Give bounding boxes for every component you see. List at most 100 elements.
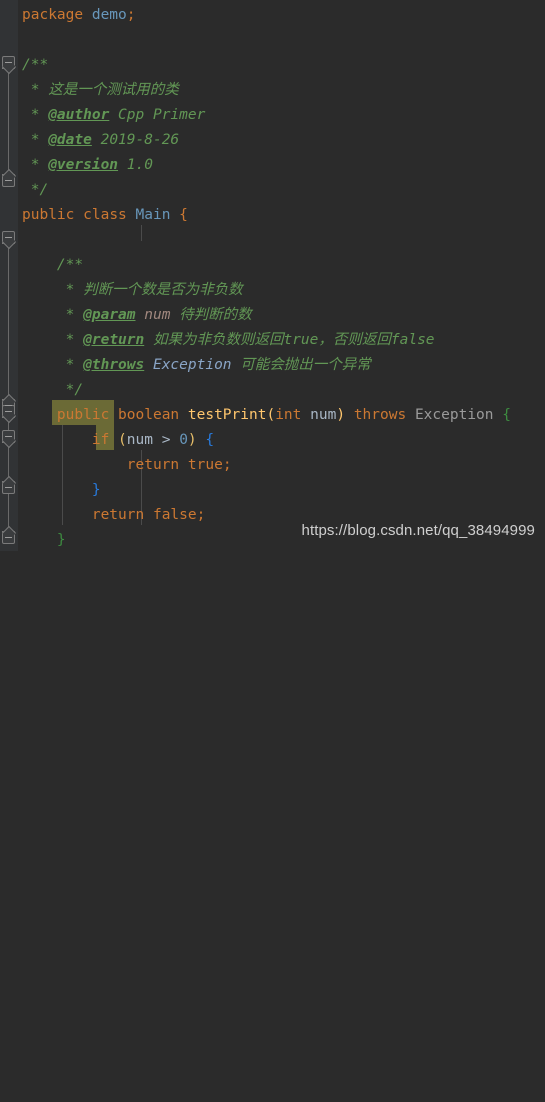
token-semicolon: ; (222, 457, 232, 473)
token-keyword-boolean: boolean (118, 407, 180, 423)
code-line-18[interactable]: if (num > 0) { (18, 428, 545, 453)
token-paren-close: ) (336, 407, 346, 423)
token-javadoc-star: * (65, 307, 75, 323)
token-keyword-throws: throws (353, 407, 407, 423)
token-javadoc-star: * (65, 282, 75, 298)
token-brace-close: } (56, 532, 66, 548)
token-param-description: 待判断的数 (179, 307, 252, 323)
token-class-name: Main (135, 207, 171, 223)
token-keyword-package: package (22, 7, 84, 23)
code-line-20[interactable]: } (18, 478, 545, 503)
token-tag-param: @param (83, 307, 136, 323)
code-line-5[interactable]: * @author Cpp Primer (18, 103, 545, 128)
code-line-6[interactable]: * @date 2019-8-26 (18, 128, 545, 153)
fold-minus-icon (5, 62, 12, 63)
token-javadoc-open: /** (56, 257, 84, 273)
code-line-19[interactable]: return true; (18, 453, 545, 478)
token-package-name: demo (91, 7, 127, 23)
code-line-9[interactable]: public class Main { (18, 203, 545, 228)
token-literal-false: false (152, 507, 197, 523)
token-method-name: testPrint (187, 407, 267, 423)
token-keyword-class: class (83, 207, 127, 223)
token-date-value: 2019-8-26 (100, 132, 180, 148)
code-line-2[interactable] (18, 28, 545, 53)
fold-minus-icon (5, 405, 12, 406)
token-javadoc-star: * (65, 332, 75, 348)
fold-rail-method-javadoc (8, 237, 9, 405)
token-javadoc-close: */ (30, 182, 49, 198)
token-brace-open: { (205, 432, 215, 448)
token-class-description: 这是一个测试用的类 (48, 82, 179, 98)
token-brace-open: { (179, 207, 188, 223)
code-editor[interactable]: package demo; /** * 这是一个测试用的类 * @author … (0, 0, 545, 551)
fold-marker-method-javadoc-start[interactable] (1, 231, 17, 250)
fold-rail-class-javadoc (8, 62, 9, 180)
token-author-value: Cpp Primer (118, 107, 206, 123)
token-javadoc-star: * (30, 107, 40, 123)
token-return-description: 如果为非负数则返回true，否则返回false (152, 332, 435, 348)
fold-marker-class-javadoc-start[interactable] (1, 56, 17, 75)
token-paren-open: ( (118, 432, 127, 448)
fold-minus-icon (5, 436, 12, 437)
token-operator-gt: > (161, 432, 171, 448)
code-line-15[interactable]: * @throws Exception 可能会抛出一个异常 (18, 353, 545, 378)
token-tag-author: @author (48, 107, 110, 123)
token-keyword-int: int (275, 407, 302, 423)
code-line-14[interactable]: * @return 如果为非负数则返回true，否则返回false (18, 328, 545, 353)
token-semicolon: ; (196, 507, 206, 523)
token-paren-open: ( (266, 407, 276, 423)
token-javadoc-star: * (30, 132, 40, 148)
token-throws-description: 可能会抛出一个异常 (240, 357, 371, 373)
token-throws-type: Exception (152, 357, 232, 373)
fold-marker-class-javadoc-end[interactable] (1, 168, 17, 187)
token-tag-date: @date (48, 132, 92, 148)
token-exception-type: Exception (414, 407, 494, 423)
token-literal-true: true (187, 457, 223, 473)
token-javadoc-star: * (30, 157, 40, 173)
code-line-4[interactable]: * 这是一个测试用的类 (18, 78, 545, 103)
code-line-3[interactable]: /** (18, 53, 545, 78)
token-tag-return: @return (83, 332, 145, 348)
code-line-1[interactable]: package demo; (18, 3, 545, 28)
code-line-17[interactable]: public boolean testPrint(int num) throws… (18, 403, 545, 428)
code-line-10[interactable] (18, 228, 545, 253)
token-keyword-public: public (56, 407, 110, 423)
code-line-13[interactable]: * @param num 待判断的数 (18, 303, 545, 328)
token-javadoc-star: * (30, 82, 40, 98)
token-keyword-if: if (91, 432, 110, 448)
token-param-name: num (144, 307, 171, 323)
fold-minus-icon (5, 537, 12, 538)
fold-marker-if-block-start[interactable] (1, 430, 17, 449)
token-version-value: 1.0 (126, 157, 153, 173)
fold-minus-icon (5, 411, 12, 412)
code-line-11[interactable]: /** (18, 253, 545, 278)
token-keyword-public: public (22, 207, 75, 223)
token-brace-close: } (91, 482, 101, 498)
code-line-8[interactable]: */ (18, 178, 545, 203)
fold-minus-icon (5, 237, 12, 238)
token-tag-throws: @throws (83, 357, 145, 373)
token-keyword-return: return (91, 507, 145, 523)
watermark-url: https://blog.csdn.net/qq_38494999 (301, 522, 535, 539)
code-content[interactable]: package demo; /** * 这是一个测试用的类 * @author … (18, 0, 545, 551)
fold-minus-icon (5, 180, 12, 181)
token-paren-close: ) (187, 432, 197, 448)
code-line-7[interactable]: * @version 1.0 (18, 153, 545, 178)
token-literal-zero: 0 (179, 432, 188, 448)
token-keyword-return: return (126, 457, 180, 473)
fold-marker-method-body-end[interactable] (1, 525, 17, 544)
editor-gutter[interactable] (0, 0, 18, 551)
token-brace-open: { (502, 407, 511, 423)
token-javadoc-open: /** (22, 57, 49, 73)
token-param-identifier: num (310, 407, 337, 423)
fold-marker-method-body-start[interactable] (1, 405, 17, 424)
token-tag-version: @version (48, 157, 119, 173)
token-semicolon: ; (126, 7, 136, 23)
token-cond-identifier: num (126, 432, 153, 448)
fold-minus-icon (5, 487, 12, 488)
token-javadoc-close: */ (65, 382, 84, 398)
fold-marker-if-block-end[interactable] (1, 475, 17, 494)
code-line-12[interactable]: * 判断一个数是否为非负数 (18, 278, 545, 303)
code-line-16[interactable]: */ (18, 378, 545, 403)
token-javadoc-star: * (65, 357, 75, 373)
